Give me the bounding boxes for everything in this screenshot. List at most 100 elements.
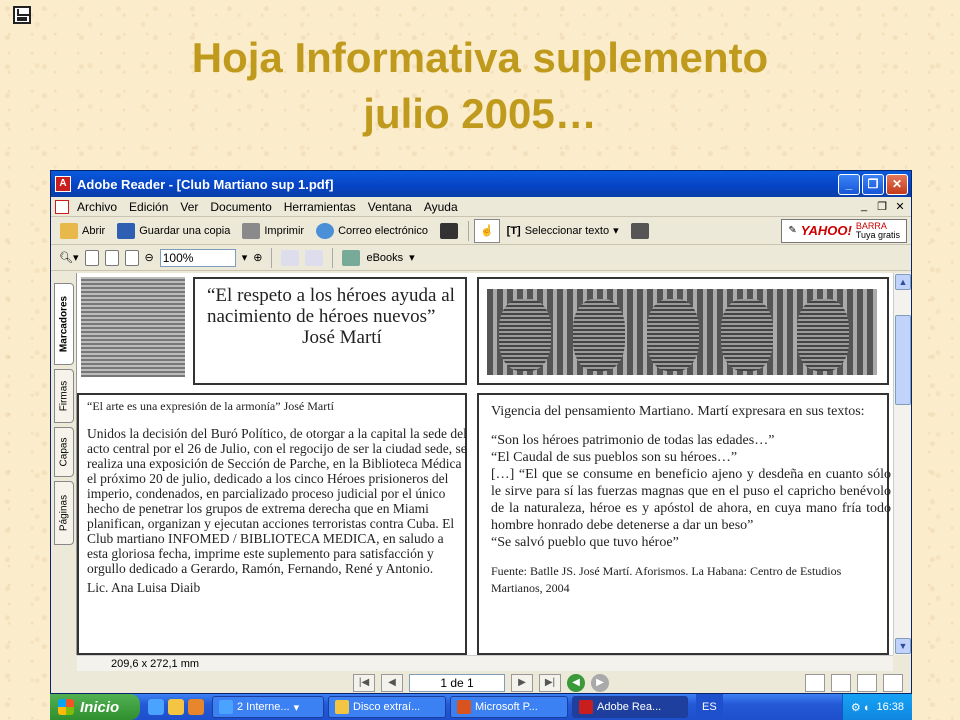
tab-marcadores[interactable]: Marcadores — [54, 283, 74, 365]
search-button[interactable] — [435, 219, 463, 243]
previous-page-button[interactable]: ◀ — [381, 674, 403, 692]
menu-ayuda[interactable]: Ayuda — [418, 200, 464, 214]
printer-icon — [242, 222, 261, 239]
page-number-input[interactable]: 1 de 1 — [409, 674, 505, 692]
quick-launch — [140, 699, 212, 715]
scroll-down-button[interactable]: ▼ — [895, 638, 911, 654]
menu-herramientas[interactable]: Herramientas — [278, 200, 362, 214]
menu-edicion[interactable]: Edición — [123, 200, 174, 214]
rotate-cw-icon[interactable] — [281, 249, 300, 266]
hand-tool-button[interactable]: ☝ — [473, 218, 500, 243]
start-button[interactable]: Inicio — [50, 694, 140, 720]
pdf-page-view[interactable]: “El respeto a los héroes ayuda al nacimi… — [77, 273, 893, 655]
doc-minimize-button[interactable]: _ — [857, 200, 871, 213]
maximize-button[interactable]: ❐ — [862, 173, 884, 195]
right-source: Fuente: Batlle JS. José Martí. Aforismos… — [491, 564, 842, 595]
task-removable-disk[interactable]: Disco extraí... — [328, 696, 446, 718]
media-player-icon[interactable] — [188, 699, 204, 715]
text-select-icon: [T] — [506, 224, 521, 237]
tab-paginas[interactable]: Páginas — [54, 481, 74, 545]
go-back-button[interactable]: ◀ — [567, 674, 585, 692]
right-quote-4: “Se salvó pueblo que tuvo héroe” — [491, 535, 679, 550]
task-adobe-reader[interactable]: Adobe Rea... — [572, 696, 688, 718]
close-button[interactable]: ✕ — [886, 173, 908, 195]
window-titlebar[interactable]: A Adobe Reader - [Club Martiano sup 1.pd… — [51, 171, 911, 197]
email-icon — [316, 222, 335, 239]
page-size-label: 209,6 x 272,1 mm — [111, 658, 200, 670]
menu-ver[interactable]: Ver — [174, 200, 204, 214]
continuous-layout-icon[interactable] — [831, 674, 851, 692]
rotate-ccw-icon[interactable] — [305, 249, 324, 266]
yahoo-toolbar-ad[interactable]: ✎ YAHOO! BARRA Tuya gratis — [781, 218, 907, 243]
menu-documento[interactable]: Documento — [204, 200, 277, 214]
single-page-icon[interactable] — [84, 249, 99, 266]
tray-icons[interactable]: ⚙ ◐ — [851, 701, 871, 714]
chevron-down-icon[interactable]: ▾ — [409, 251, 415, 264]
hero-photo — [797, 299, 849, 371]
vertical-scrollbar[interactable]: ▲ ▼ — [893, 273, 911, 655]
first-page-button[interactable]: |◀ — [353, 674, 375, 692]
language-indicator[interactable]: ES — [696, 694, 723, 720]
task-label: Microsoft P... — [475, 701, 538, 713]
task-powerpoint[interactable]: Microsoft P... — [450, 696, 568, 718]
single-page-layout-icon[interactable] — [805, 674, 825, 692]
go-forward-button[interactable]: ▶ — [591, 674, 609, 692]
zoom-out-icon[interactable]: ⊖ — [145, 251, 154, 264]
snapshot-button[interactable] — [626, 219, 654, 243]
menu-ventana[interactable]: Ventana — [362, 200, 418, 214]
print-button[interactable]: Imprimir — [237, 219, 309, 243]
page-layout-buttons — [805, 674, 903, 692]
powerpoint-icon — [457, 700, 471, 714]
zoom-tool-icon[interactable]: 🔍︎▾ — [59, 251, 79, 264]
hand-icon: ☝ — [479, 225, 494, 237]
internet-explorer-icon[interactable] — [148, 699, 164, 715]
status-area: 209,6 x 272,1 mm |◀ ◀ 1 de 1 ▶ ▶| ◀ ▶ — [51, 655, 911, 693]
tab-capas[interactable]: Capas — [54, 427, 74, 477]
tab-marcadores-label: Marcadores — [58, 295, 70, 353]
zoom-input[interactable]: 100% — [159, 248, 236, 267]
zoom-in-icon[interactable]: ⊕ — [253, 251, 262, 264]
right-quote-3: […] “El que se consume en beneficio ajen… — [491, 467, 891, 533]
horizontal-scrollbar[interactable]: 209,6 x 272,1 mm — [77, 655, 893, 671]
zoom-dropdown-icon[interactable]: ▾ — [242, 251, 248, 264]
right-intro: Vigencia del pensamiento Martiano. Martí… — [491, 404, 865, 419]
chevron-down-icon[interactable]: ▾ — [613, 224, 619, 237]
scroll-thumb[interactable] — [895, 315, 911, 405]
scroll-up-button[interactable]: ▲ — [895, 274, 911, 290]
task-label: Adobe Rea... — [597, 701, 662, 713]
windows-logo-icon — [58, 699, 74, 715]
pen-icon: ✎ — [788, 225, 797, 236]
fit-page-icon[interactable] — [104, 249, 119, 266]
continuous-facing-layout-icon[interactable] — [883, 674, 903, 692]
menu-archivo[interactable]: Archivo — [71, 200, 123, 214]
chevron-down-icon: ▾ — [293, 701, 300, 714]
ebooks-button[interactable]: eBooks — [366, 252, 403, 264]
outlook-icon[interactable] — [168, 699, 184, 715]
task-internet-explorer[interactable]: 2 Interne... ▾ — [212, 696, 324, 718]
doc-restore-button[interactable]: ❐ — [875, 200, 889, 213]
windows-taskbar: Inicio 2 Interne... ▾ Disco extraí... Mi… — [50, 694, 912, 720]
folder-icon — [60, 222, 78, 239]
disk-icon — [117, 222, 136, 239]
email-button[interactable]: Correo electrónico — [311, 219, 433, 243]
tab-capas-label: Capas — [58, 437, 70, 467]
minimize-button[interactable]: _ — [838, 173, 860, 195]
doc-close-button[interactable]: ✕ — [893, 200, 907, 213]
fit-width-icon[interactable] — [124, 249, 139, 266]
title-line-1: Hoja Informativa suplemento — [191, 34, 769, 81]
save-icon[interactable] — [13, 6, 31, 24]
select-text-button[interactable]: [T] Seleccionar texto ▾ — [502, 219, 624, 243]
facing-layout-icon[interactable] — [857, 674, 877, 692]
open-button[interactable]: Abrir — [55, 219, 110, 243]
document-content-area: Marcadores Firmas Capas Páginas “El resp… — [51, 273, 911, 655]
tab-firmas[interactable]: Firmas — [54, 369, 74, 423]
page-navigation: |◀ ◀ 1 de 1 ▶ ▶| ◀ ▶ — [51, 671, 911, 693]
ebooks-icon — [342, 249, 361, 266]
save-copy-button[interactable]: Guardar una copia — [112, 219, 235, 243]
toolbar-separator — [332, 247, 334, 268]
print-label: Imprimir — [264, 224, 305, 237]
task-label: Disco extraí... — [353, 701, 421, 713]
email-label: Correo electrónico — [338, 224, 428, 237]
last-page-button[interactable]: ▶| — [539, 674, 561, 692]
next-page-button[interactable]: ▶ — [511, 674, 533, 692]
